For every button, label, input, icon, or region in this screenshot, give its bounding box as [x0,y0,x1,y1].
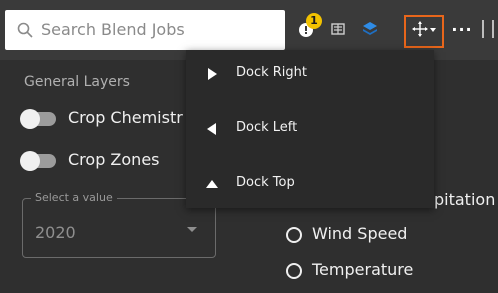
notification-button[interactable]: 1 [292,13,322,44]
radio-label: Temperature [312,260,414,279]
search-box[interactable]: Search Blend Jobs [5,10,285,50]
select-value: 2020 [35,223,76,242]
layer-toggle[interactable] [20,151,56,171]
layer-label: Crop Zones [68,150,160,169]
toggle-knob [20,151,40,171]
scale-icon [331,23,345,35]
dock-menu: Dock Right Dock Left Dock Top [186,50,434,208]
dock-move-icon [412,21,436,37]
select-legend: Select a value [31,191,117,204]
app-frame: Search Blend Jobs 1 ··· General Layers C… [0,0,498,293]
notification-badge: 1 [306,13,322,29]
layers-icon [363,22,377,35]
menu-item-dock-top[interactable]: Dock Top [186,168,434,200]
menu-item-dock-left[interactable]: Dock Left [186,113,434,145]
more-icon: ··· [451,19,473,39]
menu-item-label: Dock Right [236,65,308,80]
layer-toggle[interactable] [20,109,56,129]
dock-move-button[interactable] [410,14,438,44]
radio-button[interactable] [286,263,302,279]
toolbar-divider [482,20,484,38]
radio-label: Wind Speed [312,224,408,243]
toolbar-divider-2 [492,20,494,38]
search-icon [17,22,33,38]
more-button[interactable]: ··· [448,14,476,44]
toggle-knob [20,109,40,129]
menu-item-label: Dock Top [236,175,295,190]
chevron-down-icon [187,227,197,232]
search-input[interactable]: Search Blend Jobs [41,20,185,39]
triangle-up-icon [206,180,218,188]
menu-item-label: Dock Left [236,120,298,135]
scale-button[interactable] [324,14,352,44]
layer-label: Crop Chemistr [68,108,183,127]
radio-label-partial: pitation [434,190,496,209]
radio-button[interactable] [286,227,302,243]
section-title: General Layers [24,74,130,90]
menu-item-dock-right[interactable]: Dock Right [186,58,434,90]
triangle-right-icon [208,68,217,80]
triangle-left-icon [207,123,216,135]
layers-button[interactable] [356,14,384,44]
